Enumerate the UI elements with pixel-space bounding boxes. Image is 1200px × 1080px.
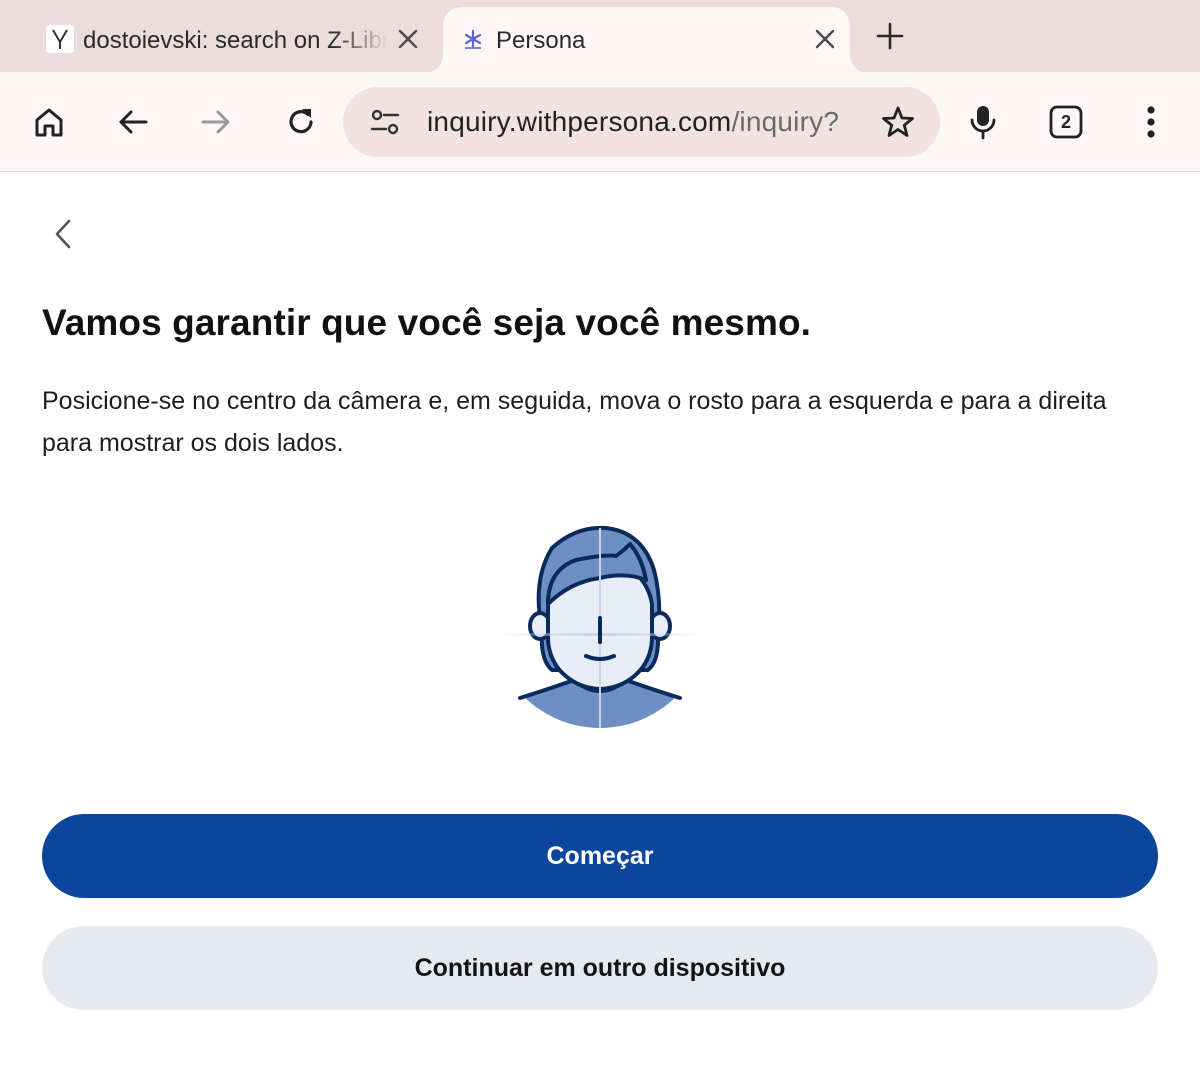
tab-count: 2 [1060, 111, 1071, 132]
page-title: Vamos garantir que você seja você mesmo. [42, 302, 812, 343]
back-chevron-icon[interactable] [46, 216, 80, 252]
instructions-text: Posicione-se no centro da câmera e, em s… [42, 387, 1107, 457]
site-settings-icon[interactable] [367, 104, 403, 140]
tab-strip: dostoievski: search on Z-Library Persona [0, 0, 1200, 73]
tab-switcher-icon[interactable]: 2 [1046, 102, 1086, 142]
persona-asterisk-icon [459, 25, 487, 53]
star-icon[interactable] [879, 103, 917, 141]
z-library-icon [46, 25, 74, 53]
url-host: inquiry.withpersona.com [427, 106, 732, 137]
tab-persona[interactable]: Persona [443, 7, 850, 73]
back-arrow-icon[interactable] [113, 102, 153, 142]
tab-zlibrary[interactable]: dostoievski: search on Z-Library [30, 7, 440, 72]
forward-arrow-icon[interactable] [196, 102, 236, 142]
url-text[interactable]: inquiry.withpersona.com/inquiry? [427, 106, 847, 138]
close-tab-icon[interactable] [809, 23, 841, 55]
browser-toolbar: inquiry.withpersona.com/inquiry? 2 [0, 72, 1200, 172]
start-button[interactable]: Começar [42, 814, 1158, 898]
url-path: /inquiry? [731, 106, 840, 137]
tab-title: Persona [496, 27, 586, 54]
new-tab-plus-icon[interactable] [872, 18, 908, 54]
microphone-icon[interactable] [963, 102, 1003, 142]
address-bar[interactable]: inquiry.withpersona.com/inquiry? [343, 87, 940, 157]
close-tab-icon[interactable] [392, 23, 424, 55]
tab-title: dostoievski: search on Z-Library [83, 27, 388, 54]
reload-icon[interactable] [281, 102, 321, 142]
overflow-menu-icon[interactable] [1131, 102, 1171, 142]
home-icon[interactable] [29, 102, 69, 142]
continue-on-another-device-button[interactable]: Continuar em outro dispositivo [42, 926, 1158, 1010]
face-scan-illustration [496, 520, 704, 732]
